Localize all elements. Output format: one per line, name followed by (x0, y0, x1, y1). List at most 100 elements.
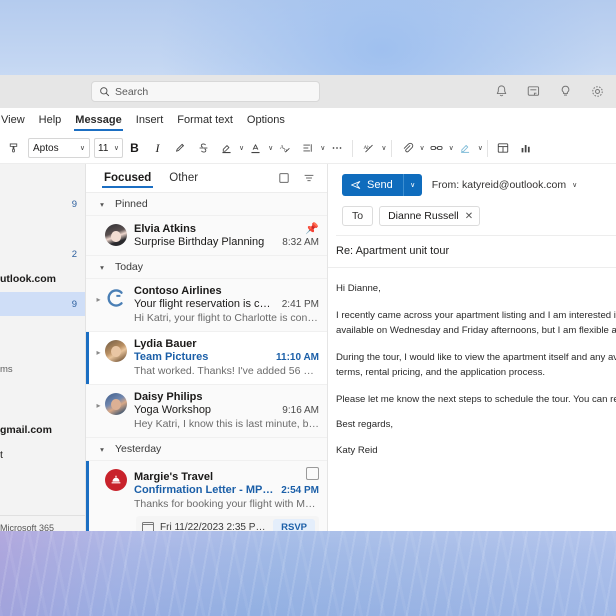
avatar (105, 224, 127, 246)
strikethrough-icon[interactable] (192, 136, 215, 160)
bell-icon[interactable] (494, 84, 510, 100)
font-family-value: Aptos (33, 142, 59, 154)
message-body[interactable]: Hi Dianne, I recently came across your a… (328, 268, 616, 459)
font-size-select[interactable]: 11 ∨ (94, 138, 123, 158)
insert-table-icon[interactable] (492, 136, 515, 160)
body-paragraph-3: Please let me know the next steps to sch… (336, 393, 616, 405)
message-list-header: Focused Other (86, 164, 327, 193)
paragraph-align-icon[interactable] (296, 136, 319, 160)
filter-icon[interactable] (302, 171, 317, 186)
gear-icon[interactable] (590, 84, 606, 100)
chevron-right-icon[interactable]: ▸ (94, 338, 103, 377)
search-placeholder: Search (115, 85, 149, 98)
avatar (105, 469, 127, 491)
compose-pane: Send ∨ From: katyreid@outlook.com ∨ To D… (328, 164, 616, 531)
attach-file-icon[interactable] (396, 136, 419, 160)
nav-folder-label-truncated[interactable]: ms (0, 364, 13, 375)
body-signature-line-1: Best regards, (336, 419, 394, 431)
from-field[interactable]: From: katyreid@outlook.com ∨ (432, 179, 578, 191)
nav-account-gmail[interactable]: gmail.com (0, 421, 85, 439)
sender-name: Elvia Atkins (134, 223, 196, 235)
nav-account-outlook[interactable]: utlook.com (0, 270, 85, 288)
insert-link-icon[interactable] (425, 136, 448, 160)
group-header-pinned[interactable]: ▾ Pinned (86, 193, 327, 216)
reading-pane-icon[interactable] (277, 171, 292, 186)
calendar-icon (141, 521, 155, 531)
list-item-content: Lydia Bauer Team Pictures 11:10 AM That … (134, 338, 319, 377)
expand-placeholder (94, 467, 103, 531)
tab-other[interactable]: Other (167, 168, 200, 189)
italic-button[interactable]: I (146, 136, 169, 160)
list-item-row-top: Daisy Philips (134, 391, 319, 403)
chevron-right-icon[interactable]: ▸ (94, 391, 103, 430)
event-rsvp-bar: Fri 11/22/2023 2:35 PM - ... RSVP (136, 516, 319, 531)
nav-footer[interactable]: Microsoft 365 m Outlook (0, 515, 85, 531)
insert-chart-icon[interactable] (515, 136, 538, 160)
search-icon (99, 86, 110, 97)
nav-folder-row-selected[interactable]: 9 (0, 292, 85, 316)
flag-checkbox-icon[interactable] (306, 467, 319, 480)
toolbar-divider (486, 139, 488, 157)
close-icon[interactable]: ✕ (465, 211, 473, 222)
dictate-icon[interactable]: Ab (357, 136, 380, 160)
list-item[interactable]: Margie's Travel Confirmation Letter - MP… (86, 461, 327, 531)
subject-input[interactable]: Re: Apartment unit tour (328, 236, 616, 268)
list-item-content: Contoso Airlines Your flight reservation… (134, 285, 319, 324)
recipient-chip[interactable]: Dianne Russell ✕ (379, 206, 481, 226)
timestamp: 2:41 PM (281, 299, 319, 310)
ribbon-tab-help[interactable]: Help (32, 111, 69, 130)
send-row: Send ∨ From: katyreid@outlook.com ∨ (336, 174, 616, 196)
message-list: Focused Other ▾ Pinned Elvia Atkins 📌 Su… (86, 164, 328, 531)
list-item[interactable]: ▸ Daisy Philips Yoga Workshop 9:16 AM He… (86, 385, 327, 438)
send-options-button[interactable]: ∨ (402, 174, 422, 196)
ribbon-tab-message[interactable]: Message (68, 111, 128, 131)
list-item-row-top: Margie's Travel (134, 467, 319, 483)
unread-badge: 2 (71, 248, 77, 260)
group-header-yesterday[interactable]: ▾ Yesterday (86, 438, 327, 461)
group-header-today[interactable]: ▾ Today (86, 256, 327, 279)
note-icon[interactable] (526, 84, 542, 100)
font-color-icon[interactable] (244, 136, 267, 160)
chevron-down-icon[interactable]: ∨ (381, 144, 386, 152)
ribbon-tab-options[interactable]: Options (240, 111, 292, 130)
more-options-icon[interactable] (325, 136, 348, 160)
rsvp-button[interactable]: RSVP (273, 519, 315, 531)
title-bar: Search (0, 75, 616, 108)
nav-folder-row-1[interactable]: 9 (0, 192, 85, 216)
chevron-down-icon[interactable]: ∨ (478, 144, 483, 152)
preview-text: Thanks for booking your flight with Marg… (134, 498, 319, 510)
timestamp: 9:16 AM (282, 405, 319, 416)
chevron-right-icon[interactable]: ▸ (94, 285, 103, 324)
highlight-color-icon[interactable] (215, 136, 238, 160)
ribbon-tab-bar: View Help Message Insert Format text Opt… (0, 108, 616, 133)
recipient-name: Dianne Russell (388, 210, 459, 222)
preview-text: Hi Katri, your flight to Charlotte is co… (134, 312, 319, 324)
search-input[interactable]: Search (91, 81, 320, 102)
titlebar-icon-group (494, 75, 612, 108)
ribbon-tab-format-text[interactable]: Format text (170, 111, 240, 130)
timestamp: 8:32 AM (282, 237, 319, 248)
subject: Team Pictures (134, 351, 209, 363)
signature-icon[interactable] (454, 136, 477, 160)
lightbulb-icon[interactable] (558, 84, 574, 100)
format-painter-icon[interactable] (2, 136, 25, 160)
nav-folder-row-2[interactable]: 2 (0, 242, 85, 266)
font-family-select[interactable]: Aptos ∨ (28, 138, 90, 158)
chevron-down-icon: ▾ (100, 444, 104, 454)
list-item[interactable]: ▸ Lydia Bauer Team Pictures 11:10 AM Tha… (86, 332, 327, 385)
ribbon-tab-insert[interactable]: Insert (129, 111, 171, 130)
clear-formatting-icon[interactable]: Ab (273, 136, 296, 160)
font-size-value: 11 (98, 142, 109, 154)
unread-badge: 9 (71, 198, 77, 210)
bold-button[interactable]: B (123, 136, 146, 160)
list-item[interactable]: ▸ Contoso Airlines Your flight reservati… (86, 279, 327, 332)
tab-focused[interactable]: Focused (102, 168, 154, 189)
ribbon-tab-view[interactable]: View (0, 111, 32, 130)
underline-pen-icon[interactable] (169, 136, 192, 160)
avatar (105, 287, 127, 309)
body-signature-line-2: Katy Reid (336, 445, 378, 457)
to-button[interactable]: To (342, 206, 374, 226)
list-item[interactable]: Elvia Atkins 📌 Surprise Birthday Plannin… (86, 216, 327, 256)
nav-folder-label-truncated-2[interactable]: t (0, 449, 3, 461)
send-button[interactable]: Send (342, 174, 403, 196)
